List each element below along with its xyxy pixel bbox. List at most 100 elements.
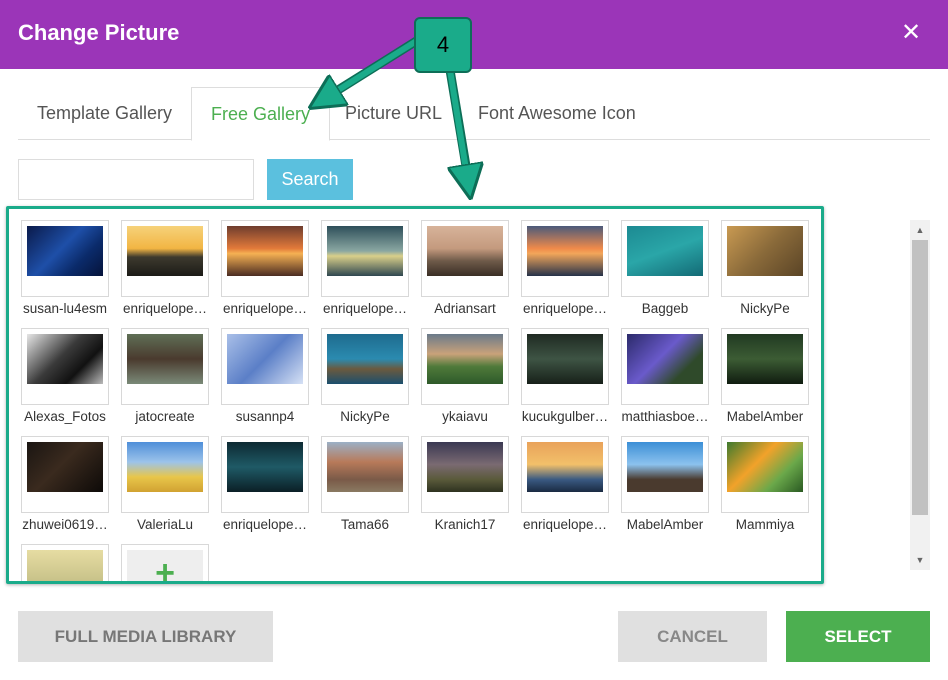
cancel-button[interactable]: CANCEL [618,611,767,662]
gallery-item-label: enriquelope… [322,301,408,316]
gallery-thumbnail[interactable] [721,436,809,513]
gallery-thumbnail[interactable] [421,220,509,297]
gallery-item-label: enriquelope… [222,301,308,316]
thumbnail-image [27,550,103,581]
search-input[interactable] [18,159,254,200]
gallery-thumbnail[interactable] [21,328,109,405]
thumbnail-image [627,334,703,384]
gallery-item[interactable]: enriquelope… [217,220,317,324]
thumbnail-image [727,334,803,384]
gallery-item[interactable]: ValeriaLu [117,436,217,540]
thumbnail-image [127,226,203,276]
gallery-item[interactable]: matthiasboe… [617,328,717,432]
gallery-item[interactable]: Kranich17 [417,436,517,540]
gallery-panel: susan-lu4esm enriquelope… enriquelope… enri… [6,206,824,584]
scroll-down-arrow-icon[interactable]: ▼ [910,552,930,568]
thumbnail-image [427,442,503,492]
gallery-thumbnail[interactable] [221,328,309,405]
gallery-item[interactable]: enriquelope… [517,436,617,540]
gallery-item[interactable]: enriquelope… [217,436,317,540]
thumbnail-image [227,442,303,492]
thumbnail-image [27,226,103,276]
search-button[interactable]: Search [267,159,353,200]
gallery-thumbnail[interactable] [21,220,109,297]
gallery-item[interactable]: enriquelope… [117,220,217,324]
gallery-thumbnail[interactable] [21,436,109,513]
thumbnail-image [427,226,503,276]
gallery-item[interactable]: NickyPe [717,220,817,324]
tab-template-gallery[interactable]: Template Gallery [18,87,191,140]
gallery-item[interactable] [17,544,117,581]
gallery-thumbnail[interactable] [521,328,609,405]
gallery-item[interactable]: Baggeb [617,220,717,324]
gallery-item-label: enriquelope… [222,517,308,532]
gallery-item[interactable]: MabelAmber [617,436,717,540]
gallery-thumbnail[interactable] [421,436,509,513]
gallery-thumbnail[interactable] [21,544,109,581]
thumbnail-image [627,442,703,492]
thumbnail-image [327,334,403,384]
gallery-item[interactable]: Adriansart [417,220,517,324]
gallery-thumbnail[interactable] [221,436,309,513]
scroll-up-arrow-icon[interactable]: ▲ [910,222,930,238]
gallery-thumbnail[interactable] [621,436,709,513]
thumbnail-image [527,226,603,276]
gallery-item-label: NickyPe [740,301,790,316]
gallery-item[interactable]: Mammiya [717,436,817,540]
gallery-item[interactable]: enriquelope… [517,220,617,324]
select-button[interactable]: SELECT [786,611,930,662]
gallery-item[interactable]: susannp4 [217,328,317,432]
tab-free-gallery[interactable]: Free Gallery [191,87,331,141]
plus-icon: + [155,554,175,584]
full-media-library-button[interactable]: FULL MEDIA LIBRARY [18,611,273,662]
close-icon[interactable]: ✕ [898,20,924,46]
scroll-thumb[interactable] [912,240,928,515]
gallery-thumbnail[interactable] [321,436,409,513]
gallery-item[interactable]: enriquelope… [317,220,417,324]
tab-font-awesome-icon[interactable]: Font Awesome Icon [459,87,655,140]
gallery-thumbnail[interactable] [121,220,209,297]
change-picture-dialog: Change Picture ✕ Template Gallery Free G… [0,0,948,680]
gallery-thumbnail[interactable] [121,328,209,405]
gallery-thumbnail[interactable] [521,436,609,513]
gallery-item-label: enriquelope… [122,301,208,316]
gallery-item[interactable]: Tama66 [317,436,417,540]
gallery-thumbnail[interactable] [721,220,809,297]
add-picture-tile[interactable]: + [117,544,217,584]
thumbnail-image [127,442,203,492]
gallery-item[interactable]: ykaiavu [417,328,517,432]
gallery-scrollbar[interactable]: ▲ ▼ [910,220,930,570]
tab-picture-url[interactable]: Picture URL [326,87,461,140]
gallery-item-label: enriquelope… [522,301,608,316]
gallery-item-label: MabelAmber [626,517,704,532]
gallery-thumbnail[interactable] [121,436,209,513]
gallery-thumbnail[interactable] [221,220,309,297]
gallery-item[interactable]: susan-lu4esm [17,220,117,324]
gallery-item-label: MabelAmber [726,409,804,424]
gallery-thumbnail[interactable] [621,328,709,405]
dialog-header: Change Picture ✕ [0,0,948,69]
thumbnail-image [327,442,403,492]
gallery-item-label: ValeriaLu [136,517,194,532]
gallery-item[interactable]: Alexas_Fotos [17,328,117,432]
gallery-thumbnail[interactable] [321,328,409,405]
thumbnail-image [727,226,803,276]
gallery-thumbnail[interactable] [721,328,809,405]
gallery-item-label: enriquelope… [522,517,608,532]
gallery-thumbnail[interactable] [421,328,509,405]
gallery-item-label: Adriansart [434,301,496,316]
gallery-thumbnail[interactable] [621,220,709,297]
dialog-title: Change Picture [18,20,180,45]
gallery-thumbnail[interactable] [321,220,409,297]
gallery-item[interactable]: jatocreate [117,328,217,432]
gallery-item[interactable]: kucukgulber… [517,328,617,432]
gallery-item-label: NickyPe [340,409,390,424]
add-thumbnail[interactable]: + [121,544,209,584]
gallery-item-label: Mammiya [735,517,795,532]
thumbnail-image [27,442,103,492]
gallery-item[interactable]: MabelAmber [717,328,817,432]
gallery-thumbnail[interactable] [521,220,609,297]
gallery-item[interactable]: zhuwei0619… [17,436,117,540]
gallery-item-label: matthiasboe… [621,409,709,424]
gallery-item[interactable]: NickyPe [317,328,417,432]
